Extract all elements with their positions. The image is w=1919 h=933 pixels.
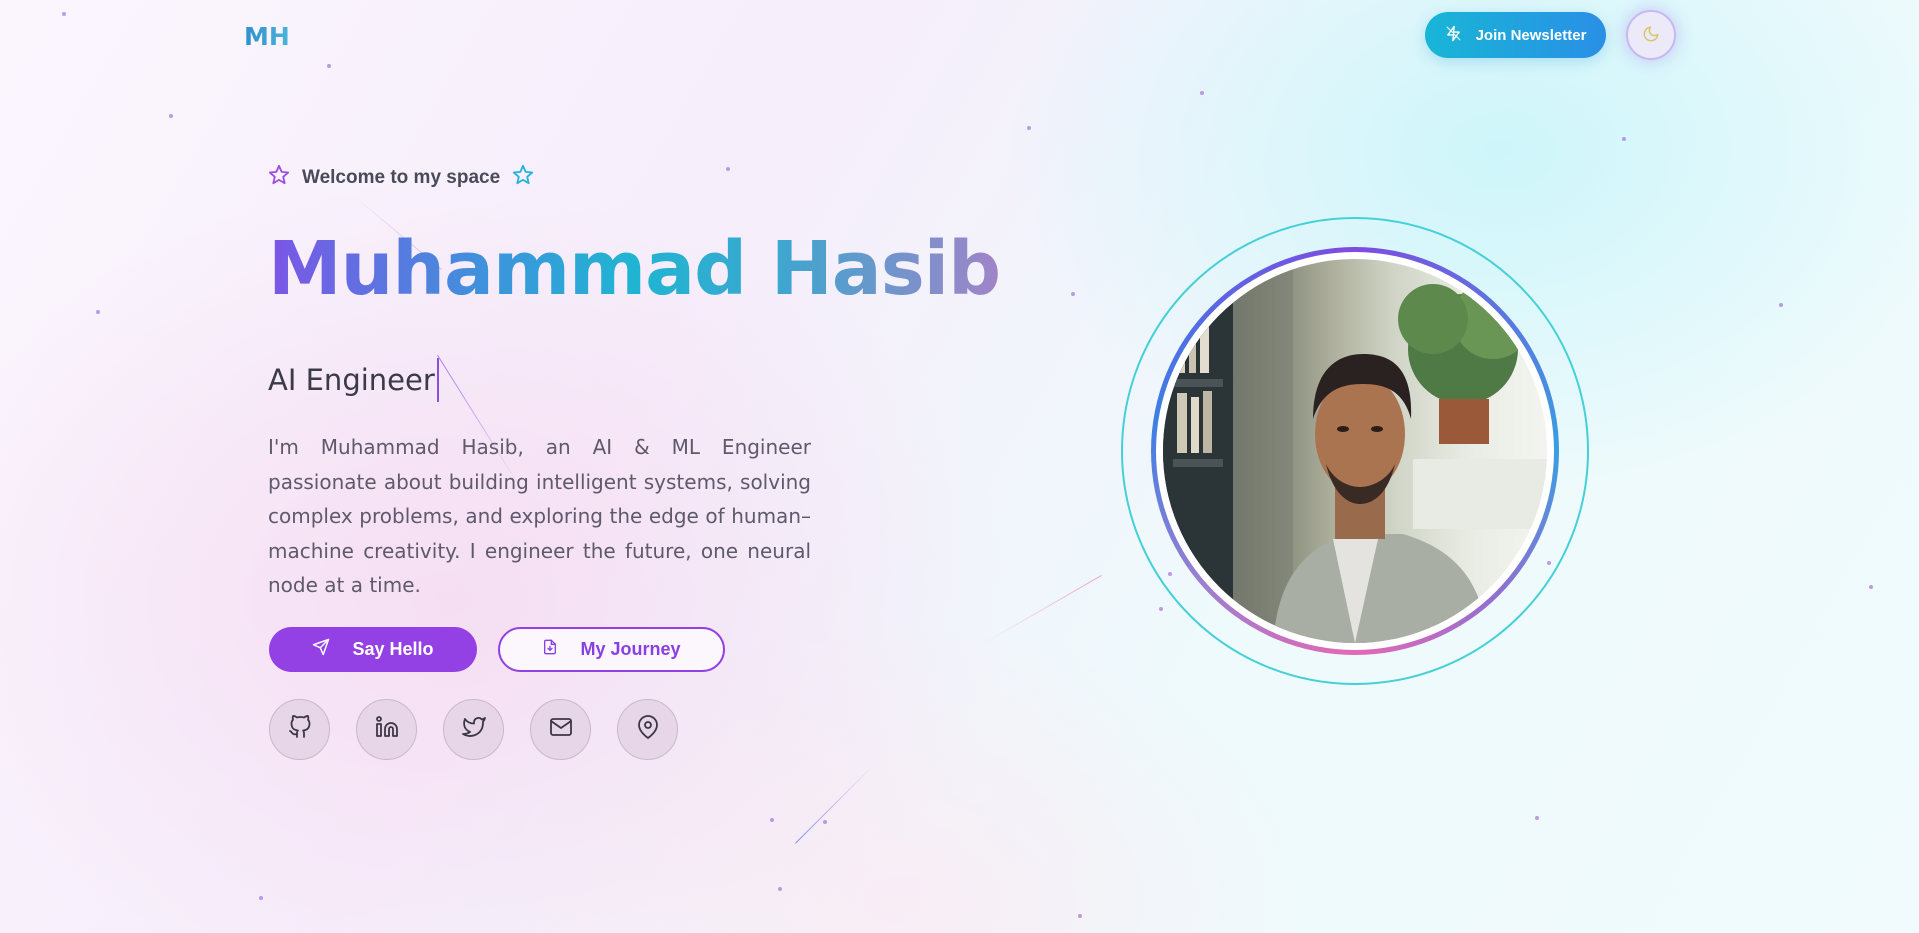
decor-dot [1078, 914, 1082, 918]
site-logo[interactable]: MH [244, 22, 290, 51]
decor-dot [1200, 91, 1204, 95]
my-journey-label: My Journey [580, 639, 681, 659]
linkedin-icon [375, 715, 399, 744]
say-hello-label: Say Hello [352, 639, 434, 659]
role-typewriter: AI Engineer [268, 358, 439, 402]
twitter-icon [461, 715, 486, 744]
decor-dot [1071, 292, 1075, 296]
join-newsletter-button[interactable]: Join Newsletter [1425, 12, 1606, 58]
linkedin-link[interactable] [356, 699, 417, 760]
decor-dot [259, 896, 263, 900]
decor-dot [1535, 816, 1539, 820]
decor-dot [1622, 137, 1626, 141]
welcome-tagline: Welcome to my space [268, 164, 534, 192]
decor-dot [327, 64, 331, 68]
decor-dot [1869, 585, 1873, 589]
typing-caret [436, 358, 439, 402]
decor-dot [726, 167, 730, 171]
join-newsletter-label: Join Newsletter [1475, 26, 1587, 44]
email-link[interactable] [530, 699, 591, 760]
hero-name-heading: Muhammad Hasib [268, 226, 1001, 312]
decor-dot [1027, 126, 1031, 130]
decor-dot [96, 310, 100, 314]
decor-streak [980, 575, 1102, 646]
zap-icon [1445, 25, 1462, 46]
social-links [269, 699, 678, 760]
profile-photo [1163, 259, 1547, 643]
say-hello-button[interactable]: Say Hello [269, 627, 477, 672]
bio-paragraph: I'm Muhammad Hasib, an AI & ML Engineer … [268, 435, 811, 597]
star-icon [512, 164, 534, 192]
mail-icon [549, 715, 573, 744]
map-pin-icon [636, 715, 660, 744]
profile-portrait [1121, 217, 1589, 685]
decor-dot [770, 818, 774, 822]
send-icon [312, 638, 330, 661]
decor-dot [62, 12, 66, 16]
role-text: AI Engineer [268, 363, 435, 397]
file-download-icon [542, 638, 558, 661]
moon-icon [1642, 25, 1660, 46]
twitter-link[interactable] [443, 699, 504, 760]
github-icon [288, 715, 312, 744]
theme-toggle-button[interactable] [1626, 10, 1676, 60]
decor-streak [795, 765, 874, 844]
star-icon [268, 164, 290, 192]
location-link[interactable] [617, 699, 678, 760]
welcome-text: Welcome to my space [302, 167, 501, 188]
decor-dot [1779, 303, 1783, 307]
github-link[interactable] [269, 699, 330, 760]
my-journey-button[interactable]: My Journey [498, 627, 725, 672]
decor-dot [778, 887, 782, 891]
decor-dot [169, 114, 173, 118]
decor-dot [823, 820, 827, 824]
